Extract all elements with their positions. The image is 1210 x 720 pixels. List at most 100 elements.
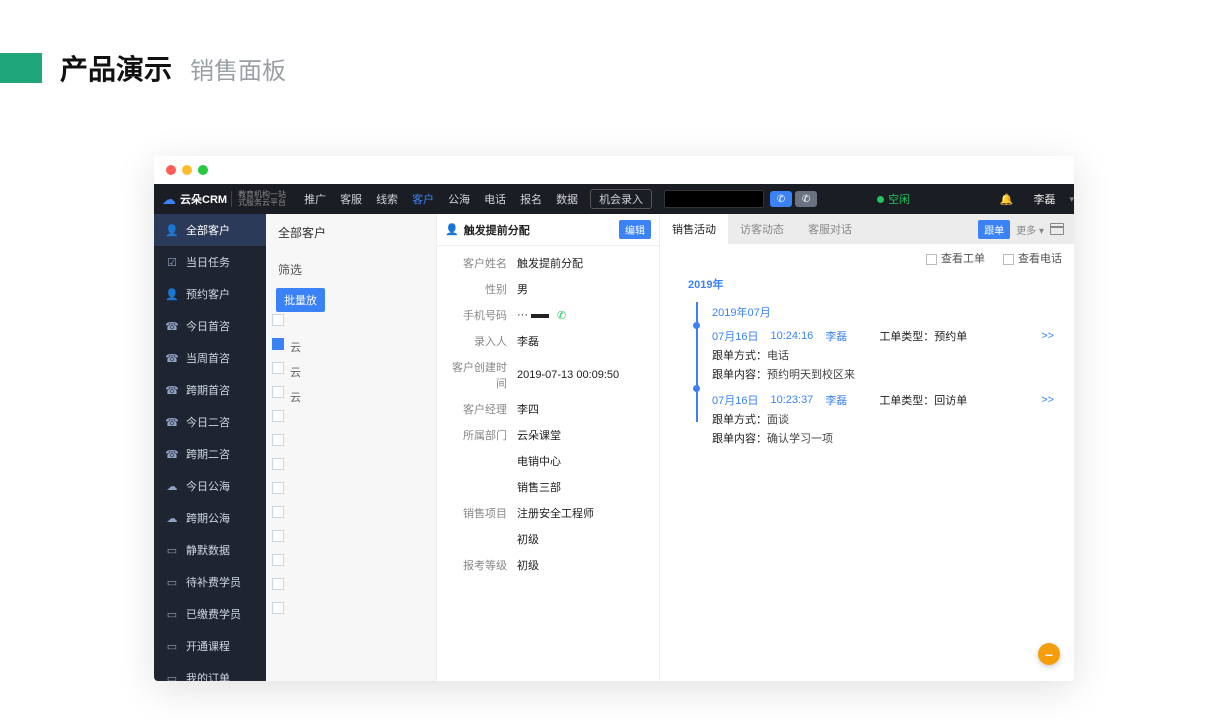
bell-icon[interactable]: 🔔 — [1000, 193, 1014, 206]
nav-item[interactable]: 公海 — [448, 191, 470, 207]
checkbox[interactable] — [272, 338, 284, 350]
edit-button[interactable]: 编辑 — [619, 220, 651, 239]
tab-visitor-activity[interactable]: 访客动态 — [728, 214, 796, 244]
sidebar-item-label: 当周首咨 — [186, 350, 230, 366]
detail-label: 客户经理 — [447, 401, 507, 417]
chevron-down-icon[interactable]: ▾ — [1069, 194, 1074, 205]
sidebar-item-label: 跨期二咨 — [186, 446, 230, 462]
sidebar-item-label: 预约客户 — [186, 286, 230, 302]
sidebar-icon: ☎ — [166, 320, 178, 333]
phone-icon[interactable]: ✆ — [557, 309, 566, 322]
checkbox[interactable] — [272, 386, 284, 398]
entry-expand[interactable]: >> — [1041, 394, 1054, 406]
entry-user: 李磊 — [825, 392, 847, 408]
sidebar-item[interactable]: 👤预约客户 — [154, 278, 266, 310]
sidebar-item[interactable]: ☎今日二咨 — [154, 406, 266, 438]
sidebar-icon: ☁ — [166, 512, 178, 525]
sidebar-item[interactable]: ☎今日首咨 — [154, 310, 266, 342]
view-tickets-checkbox[interactable]: 查看工单 — [926, 250, 985, 266]
brand-tagline: 教育机构一站 式服务云平台 — [231, 191, 286, 207]
sidebar-item[interactable]: ☎当周首咨 — [154, 342, 266, 374]
close-dot[interactable] — [166, 165, 176, 175]
status-indicator[interactable]: 空闲 — [877, 191, 910, 207]
minimize-dot[interactable] — [182, 165, 192, 175]
checkbox[interactable] — [272, 554, 284, 566]
nav-item[interactable]: 电话 — [484, 191, 506, 207]
sidebar-item[interactable]: 👤全部客户 — [154, 214, 266, 246]
detail-value: 初级 — [517, 557, 539, 573]
username-label[interactable]: 李磊 — [1033, 191, 1055, 207]
detail-value: 男 — [517, 281, 528, 297]
call-hangup-icon[interactable]: ✆ — [795, 191, 817, 207]
checkbox[interactable] — [272, 482, 284, 494]
checkbox[interactable] — [272, 506, 284, 518]
entry-expand[interactable]: >> — [1041, 330, 1054, 342]
checkbox[interactable] — [272, 314, 284, 326]
entry-time: 10:24:16 — [770, 330, 813, 342]
detail-value: 电销中心 — [517, 453, 561, 469]
checkbox[interactable] — [272, 434, 284, 446]
sidebar-item[interactable]: ▭待补费学员 — [154, 566, 266, 598]
opportunity-button[interactable]: 机会录入 — [590, 189, 652, 209]
sidebar-item[interactable]: ▭开通课程 — [154, 630, 266, 662]
view-calls-checkbox[interactable]: 查看电话 — [1003, 250, 1062, 266]
detail-label: 销售项目 — [447, 505, 507, 521]
nav-item[interactable]: 报名 — [520, 191, 542, 207]
maximize-dot[interactable] — [198, 165, 208, 175]
detail-header: 👤 触发提前分配 编辑 — [437, 214, 659, 246]
nav-item[interactable]: 数据 — [556, 191, 578, 207]
sidebar-item[interactable]: ☎跨期二咨 — [154, 438, 266, 470]
entry-type: 工单类型：回访单 — [879, 392, 967, 408]
sidebar-item-label: 跨期首咨 — [186, 382, 230, 398]
detail-label: 录入人 — [447, 333, 507, 349]
nav-item[interactable]: 推广 — [304, 191, 326, 207]
detail-label: 客户姓名 — [447, 255, 507, 271]
list-item[interactable]: 云 — [290, 339, 301, 355]
follow-button[interactable]: 跟单 — [978, 220, 1010, 239]
sidebar-item-label: 跨期公海 — [186, 510, 230, 526]
brand-logo[interactable]: ☁ 云朵CRM 教育机构一站 式服务云平台 — [154, 191, 294, 208]
nav-item[interactable]: 线索 — [376, 191, 398, 207]
sidebar-item[interactable]: ▭已缴费学员 — [154, 598, 266, 630]
checkbox[interactable] — [272, 458, 284, 470]
timeline-dot — [693, 322, 700, 329]
checkbox[interactable] — [272, 410, 284, 422]
detail-value: 李四 — [517, 401, 539, 417]
list-item[interactable]: 云 — [290, 364, 301, 380]
filter-label[interactable]: 筛选 — [278, 261, 436, 278]
more-dropdown[interactable]: 更多 ▾ — [1016, 222, 1044, 237]
sidebar-item[interactable]: ☁今日公海 — [154, 470, 266, 502]
timeline-dot — [693, 385, 700, 392]
timeline-entry[interactable]: 07月16日10:24:16李磊工单类型：预约单>>跟单方式：电话跟单内容：预约… — [712, 328, 1054, 382]
detail-row: 销售项目注册安全工程师 — [437, 500, 659, 526]
call-pickup-icon[interactable]: ✆ — [770, 191, 792, 207]
sidebar-item[interactable]: ☑当日任务 — [154, 246, 266, 278]
checkbox[interactable] — [272, 602, 284, 614]
detail-label — [447, 479, 507, 495]
window-icon[interactable] — [1050, 223, 1064, 235]
list-item[interactable]: 云 — [290, 389, 301, 405]
nav-item[interactable]: 客服 — [340, 191, 362, 207]
detail-title: 触发提前分配 — [464, 222, 530, 238]
sidebar-item[interactable]: ▭静默数据 — [154, 534, 266, 566]
nav-item[interactable]: 客户 — [412, 191, 434, 207]
sidebar-item-label: 今日公海 — [186, 478, 230, 494]
checkbox[interactable] — [272, 578, 284, 590]
sidebar-item[interactable]: ▭我的订单 — [154, 662, 266, 681]
top-nav: ☁ 云朵CRM 教育机构一站 式服务云平台 推广客服线索客户公海电话报名数据 机… — [154, 184, 1074, 214]
window-titlebar — [154, 156, 1074, 184]
detail-row: 客户创建时间2019-07-13 00:09:50 — [437, 354, 659, 396]
tab-sales-activity[interactable]: 销售活动 — [660, 214, 728, 244]
timeline-entry[interactable]: 07月16日10:23:37李磊工单类型：回访单>>跟单方式：面谈跟单内容：确认… — [712, 392, 1054, 446]
sidebar-item[interactable]: ☁ 跨期公海 — [154, 502, 266, 534]
sidebar-item[interactable]: ☎跨期首咨 — [154, 374, 266, 406]
checkbox[interactable] — [272, 362, 284, 374]
tab-service-chat[interactable]: 客服对话 — [796, 214, 864, 244]
search-input[interactable] — [664, 190, 764, 208]
detail-label: 客户创建时间 — [447, 359, 507, 391]
detail-value: 销售三部 — [517, 479, 561, 495]
batch-button[interactable]: 批量放 — [276, 288, 325, 312]
fab-minus[interactable]: – — [1038, 643, 1060, 665]
checkbox[interactable] — [272, 530, 284, 542]
sidebar-item-label: 全部客户 — [186, 222, 230, 238]
